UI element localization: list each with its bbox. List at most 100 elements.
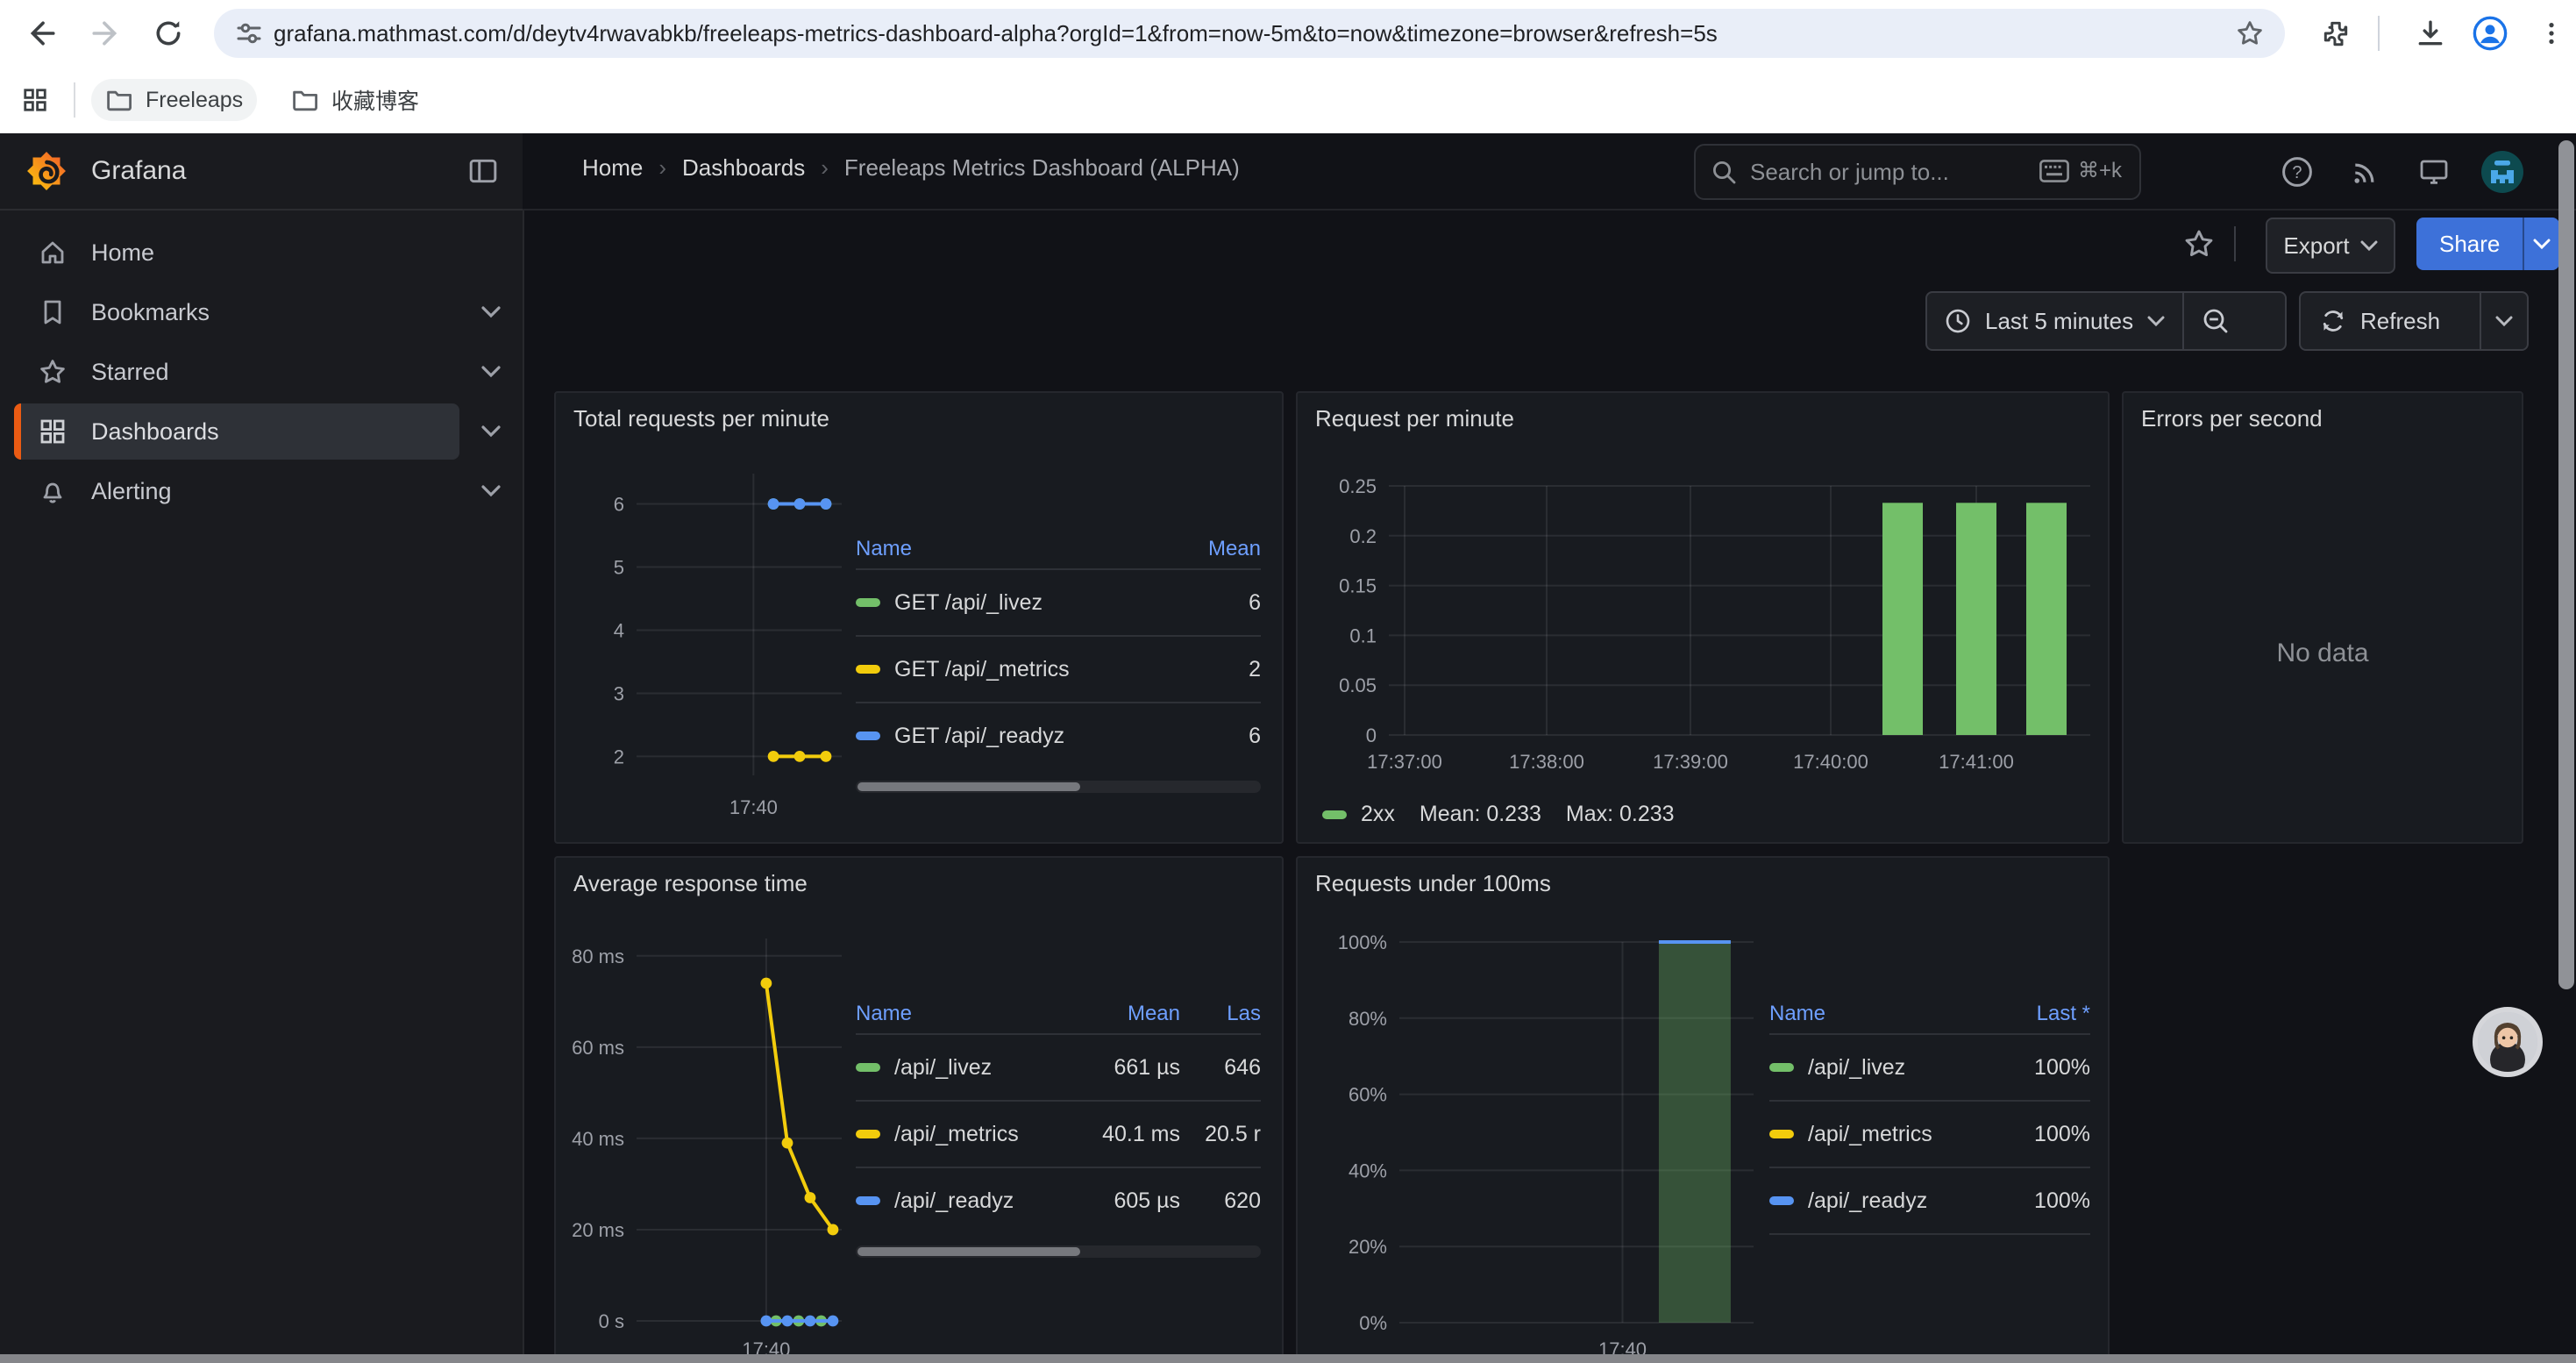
search-placeholder: Search or jump to...: [1750, 159, 1949, 186]
legend-row[interactable]: /api/_readyz 100%: [1769, 1167, 2090, 1235]
svg-text:60%: 60%: [1348, 1084, 1387, 1106]
url-text: grafana.mathmast.com/d/deytv4rwavabkb/fr…: [274, 20, 1718, 47]
series-pill: [1322, 810, 1347, 819]
svg-text:17:40: 17:40: [729, 796, 778, 818]
apps-grid-icon[interactable]: [14, 79, 56, 121]
refresh-icon: [2320, 308, 2346, 334]
rss-icon[interactable]: [2343, 149, 2388, 195]
svg-text:?: ?: [2292, 163, 2302, 182]
legend-col-mean[interactable]: Mean: [1068, 1002, 1180, 1026]
star-dashboard-icon[interactable]: [2176, 221, 2222, 267]
vertical-scrollbar[interactable]: [2558, 140, 2574, 989]
svg-text:20%: 20%: [1348, 1236, 1387, 1258]
panel-title: Request per minute: [1315, 405, 1514, 432]
breadcrumb-current: Freeleaps Metrics Dashboard (ALPHA): [844, 154, 1240, 182]
svg-text:17:39:00: 17:39:00: [1653, 751, 1728, 773]
legend-col-name[interactable]: Name: [856, 1002, 1068, 1026]
share-button[interactable]: Share: [2416, 218, 2523, 270]
sidebar-item-bookmarks[interactable]: Bookmarks: [14, 284, 459, 340]
refresh-interval-button[interactable]: [2481, 293, 2527, 349]
legend-col-last[interactable]: Last *: [2010, 1002, 2090, 1026]
chevron-down-icon: [2533, 239, 2551, 249]
profile-icon[interactable]: [2469, 12, 2511, 54]
series-pill: [856, 1063, 880, 1072]
refresh-button[interactable]: Refresh: [2301, 293, 2480, 349]
user-avatar[interactable]: [2480, 149, 2525, 195]
breadcrumb: Home › Dashboards › Freeleaps Metrics Da…: [582, 154, 1240, 182]
search-input[interactable]: Search or jump to... ⌘+k: [1694, 144, 2141, 200]
legend-row[interactable]: GET /api/_metrics 2: [856, 635, 1261, 702]
panel-request-per-minute[interactable]: Request per minute 0.250.20.150.10.05017…: [1296, 391, 2110, 844]
breadcrumb-home[interactable]: Home: [582, 154, 643, 182]
share-menu-button[interactable]: [2523, 218, 2559, 270]
series-pill: [856, 665, 880, 674]
time-range-picker[interactable]: Last 5 minutes: [1927, 293, 2182, 349]
panel-requests-under-100ms[interactable]: Requests under 100ms 100%80%60%40%20%0%1…: [1296, 856, 2110, 1363]
svg-text:80%: 80%: [1348, 1008, 1387, 1030]
grafana-logo[interactable]: [26, 151, 67, 191]
chevron-down-icon[interactable]: [470, 403, 512, 460]
assistant-avatar-image: [2478, 1012, 2537, 1072]
monitor-icon[interactable]: [2411, 149, 2457, 195]
svg-text:4: 4: [614, 619, 624, 641]
series-pill: [856, 1196, 880, 1205]
legend-row[interactable]: /api/_livez 100%: [1769, 1033, 2090, 1100]
sidebar-item-dashboards[interactable]: Dashboards: [14, 403, 459, 460]
download-icon[interactable]: [2409, 12, 2451, 54]
chevron-down-icon[interactable]: [470, 344, 512, 400]
help-icon[interactable]: ?: [2274, 149, 2320, 195]
bookmark-label: 收藏博客: [331, 84, 419, 116]
breadcrumb-dashboards[interactable]: Dashboards: [682, 154, 805, 182]
legend-col-name[interactable]: Name: [1769, 1002, 2010, 1026]
legend-col-mean[interactable]: Mean: [1149, 537, 1261, 561]
svg-text:80 ms: 80 ms: [572, 946, 624, 967]
legend-row[interactable]: /api/_livez 661 µs 646: [856, 1033, 1261, 1100]
scrollbar-thumb[interactable]: [857, 782, 1080, 791]
browser-menu-icon[interactable]: [2530, 12, 2572, 54]
legend-row[interactable]: /api/_readyz 605 µs 620: [856, 1167, 1261, 1233]
bookmark-icon: [39, 298, 67, 326]
reload-button[interactable]: [147, 12, 189, 54]
legend-row[interactable]: /api/_metrics 40.1 ms 20.5 r: [856, 1100, 1261, 1167]
forward-button[interactable]: [84, 12, 126, 54]
panel-total-requests[interactable]: Total requests per minute 6543217:40 Nam…: [554, 391, 1284, 844]
sidebar-item-home[interactable]: Home: [14, 225, 459, 281]
back-button[interactable]: [21, 12, 63, 54]
legend-col-last[interactable]: Las: [1180, 1002, 1261, 1026]
chevron-down-icon[interactable]: [470, 284, 512, 340]
screen: grafana.mathmast.com/d/deytv4rwavabkb/fr…: [0, 0, 2576, 1363]
zoom-out-button[interactable]: [2184, 293, 2247, 349]
scrollbar-thumb[interactable]: [857, 1247, 1080, 1256]
svg-text:40%: 40%: [1348, 1160, 1387, 1181]
legend-col-name[interactable]: Name: [856, 537, 1149, 561]
bookmark-star-icon[interactable]: [2236, 19, 2264, 47]
legend-row[interactable]: GET /api/_livez 6: [856, 568, 1261, 635]
legend-row[interactable]: GET /api/_readyz 6: [856, 702, 1261, 768]
extensions-icon[interactable]: [2315, 12, 2357, 54]
panel-average-response-time[interactable]: Average response time 80 ms60 ms40 ms20 …: [554, 856, 1284, 1363]
chevron-down-icon: [2495, 316, 2513, 326]
legend-series-name[interactable]: 2xx: [1361, 802, 1395, 827]
legend-row[interactable]: /api/_metrics 100%: [1769, 1100, 2090, 1167]
svg-text:0.05: 0.05: [1339, 674, 1377, 696]
sidebar-header: Grafana: [0, 133, 523, 211]
floating-assistant-avatar[interactable]: [2473, 1007, 2543, 1077]
sidebar-item-alerting[interactable]: Alerting: [14, 463, 459, 519]
series-pill: [1769, 1063, 1794, 1072]
address-bar[interactable]: grafana.mathmast.com/d/deytv4rwavabkb/fr…: [214, 9, 2285, 58]
chevron-down-icon[interactable]: [470, 463, 512, 519]
collapse-sidebar-icon[interactable]: [468, 156, 498, 193]
time-range-group: Last 5 minutes: [1925, 291, 2287, 351]
legend-scrollbar[interactable]: [856, 781, 1261, 793]
browser-toolbar: grafana.mathmast.com/d/deytv4rwavabkb/fr…: [0, 0, 2576, 67]
svg-text:0.2: 0.2: [1349, 525, 1377, 547]
bookmark-folder-freeleaps[interactable]: Freeleaps: [91, 79, 257, 121]
panel-title: Errors per second: [2141, 405, 2323, 432]
legend-scrollbar[interactable]: [856, 1245, 1261, 1258]
site-info-icon[interactable]: [235, 19, 263, 47]
panel-errors-per-second[interactable]: Errors per second No data: [2122, 391, 2523, 844]
sidebar-item-starred[interactable]: Starred: [14, 344, 459, 400]
bookmark-folder-blog[interactable]: 收藏博客: [277, 79, 433, 121]
series-pill: [1769, 1196, 1794, 1205]
export-button[interactable]: Export: [2266, 218, 2395, 274]
